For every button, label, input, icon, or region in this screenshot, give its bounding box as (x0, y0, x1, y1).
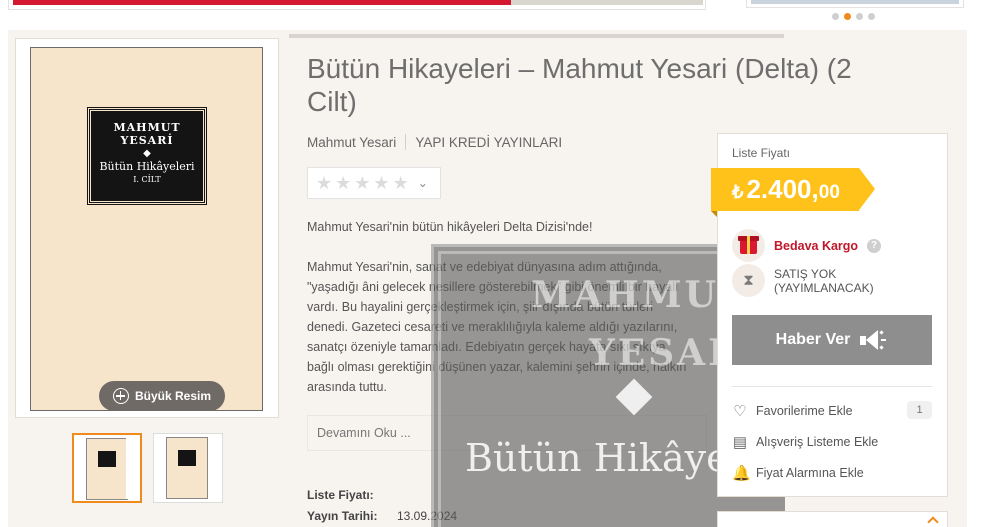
title-bar (289, 34, 784, 38)
cover-author-line2: YESARİ (120, 134, 174, 147)
lira-icon: ₺ (732, 182, 744, 202)
meta-divider (405, 134, 407, 150)
stock-line1: SATIŞ YOK (774, 266, 837, 281)
author-link[interactable]: Mahmut Yesari (307, 135, 396, 150)
cover-author-line1: MAHMUT (113, 121, 181, 134)
price-decimal: 00 (818, 182, 840, 203)
top-banner[interactable] (8, 0, 706, 10)
add-to-shopping-list[interactable]: ▤ Alışveriş Listeme Ekle (732, 433, 878, 451)
gift-box-icon (732, 229, 765, 262)
publisher-link[interactable]: YAPI KREDİ YAYINLARI (415, 135, 562, 150)
price-integer: 2.400, (746, 174, 819, 204)
star-icon: ★ (354, 173, 371, 193)
carousel-dot[interactable] (868, 13, 875, 20)
product-meta: Mahmut Yesari YAPI KREDİ YAYINLARI (307, 134, 562, 150)
favorites-label: Favorilerime Ekle (756, 404, 853, 418)
add-to-favorites[interactable]: ♡ Favorilerime Ekle (732, 402, 853, 420)
product-image-panel[interactable]: MAHMUT YESARİ ◆ Bütün Hikâyeleri I. CİLT… (15, 38, 279, 418)
zoom-image-button[interactable]: Büyük Resim (99, 381, 225, 411)
stock-status: ⧗ SATIŞ YOK (YAYIMLANACAK) (732, 264, 874, 297)
price-value: ₺ 2.400,00 (732, 174, 840, 205)
carousel-dot[interactable] (856, 13, 863, 20)
free-shipping-label: Bedava Kargo (774, 238, 859, 253)
stock-text: SATIŞ YOK (YAYIMLANACAK) (774, 267, 874, 295)
book-cover-image[interactable]: MAHMUT YESARİ ◆ Bütün Hikâyeleri I. CİLT… (30, 47, 263, 411)
secondary-box (717, 511, 948, 527)
list-icon: ▤ (732, 434, 748, 451)
bell-icon: 🔔 (732, 465, 751, 482)
add-price-alarm[interactable]: 🔔 Fiyat Alarmına Ekle (732, 464, 864, 482)
product-title: Bütün Hikayeleri – Mahmut Yesari (Delta)… (307, 53, 852, 117)
favorites-count: 1 (907, 401, 932, 419)
cover-title: Bütün Hikâyeleri (99, 160, 195, 173)
side-banner[interactable] (746, 0, 964, 8)
free-shipping: Bedava Kargo ? (732, 229, 882, 262)
chevron-icon (927, 516, 939, 527)
thumbnail-strip (72, 433, 223, 503)
cover-diamond-icon: ◆ (143, 148, 151, 159)
help-icon[interactable]: ? (867, 238, 882, 253)
shopping-list-label: Alışveriş Listeme Ekle (756, 435, 879, 449)
spec-key: Yayın Tarihi: (307, 508, 378, 523)
heart-icon: ♡ (733, 403, 747, 420)
thumbnail-2[interactable] (153, 433, 223, 503)
star-icon: ★ (316, 173, 333, 193)
hourglass-icon: ⧗ (732, 264, 765, 297)
star-icon: ★ (392, 173, 409, 193)
price-tag: ₺ 2.400,00 (711, 168, 875, 217)
carousel-dot[interactable] (832, 13, 839, 20)
price-alarm-label: Fiyat Alarmına Ekle (756, 466, 864, 480)
cover-label: MAHMUT YESARİ ◆ Bütün Hikâyeleri I. CİLT (87, 107, 207, 205)
star-icon: ★ (373, 173, 390, 193)
zoom-label: Büyük Resim (134, 389, 212, 403)
thumbnail-1[interactable] (72, 433, 142, 503)
cover-volume: I. CİLT (133, 175, 161, 184)
stock-line2: (YAYIMLANACAK) (774, 280, 874, 295)
plus-circle-icon (112, 388, 129, 404)
chevron-down-icon: ⌄ (417, 176, 428, 190)
carousel-dot-active[interactable] (844, 13, 851, 20)
carousel-dots (832, 13, 875, 20)
rating-dropdown[interactable]: ★ ★ ★ ★ ★ ⌄ (307, 167, 441, 199)
notify-label: Haber Ver (775, 331, 851, 348)
divider (732, 386, 932, 387)
notify-me-button[interactable]: Haber Ver (732, 315, 932, 365)
star-icon: ★ (335, 173, 352, 193)
list-price-label: Liste Fiyatı (732, 146, 791, 160)
spec-key: Liste Fiyatı: (307, 487, 374, 502)
megaphone-icon (860, 329, 888, 351)
description-intro: Mahmut Yesari'nin bütün hikâyeleri Delta… (307, 220, 593, 234)
